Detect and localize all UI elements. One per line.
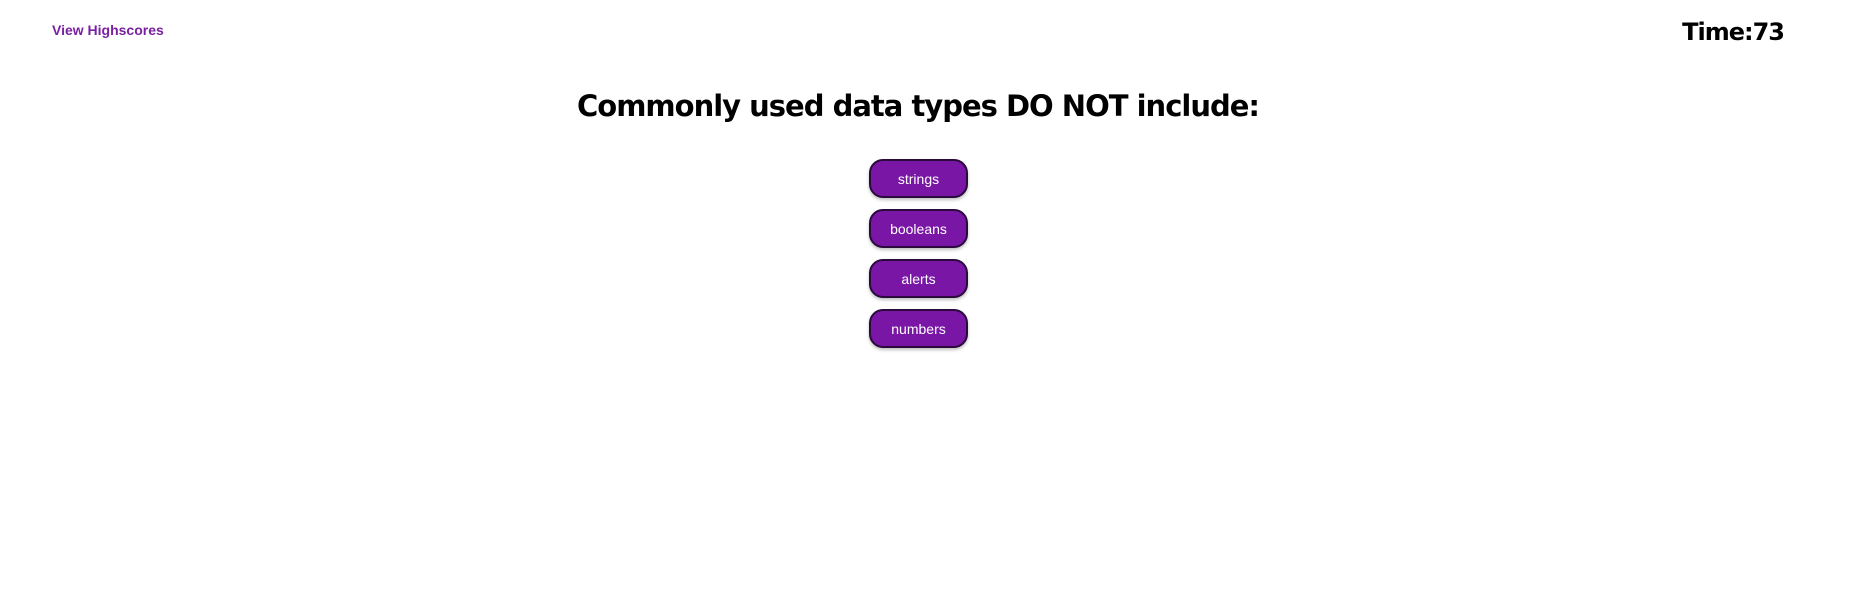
answer-button-numbers[interactable]: numbers: [869, 309, 968, 348]
timer-display: Time:73: [1682, 18, 1785, 46]
answer-button-strings[interactable]: strings: [869, 159, 968, 198]
answer-button-booleans[interactable]: booleans: [869, 209, 968, 248]
view-highscores-link[interactable]: View Highscores: [52, 22, 164, 38]
answer-button-alerts[interactable]: alerts: [869, 259, 968, 298]
answer-choices: strings booleans alerts numbers: [869, 159, 968, 348]
question-text: Commonly used data types DO NOT include:: [577, 89, 1260, 123]
